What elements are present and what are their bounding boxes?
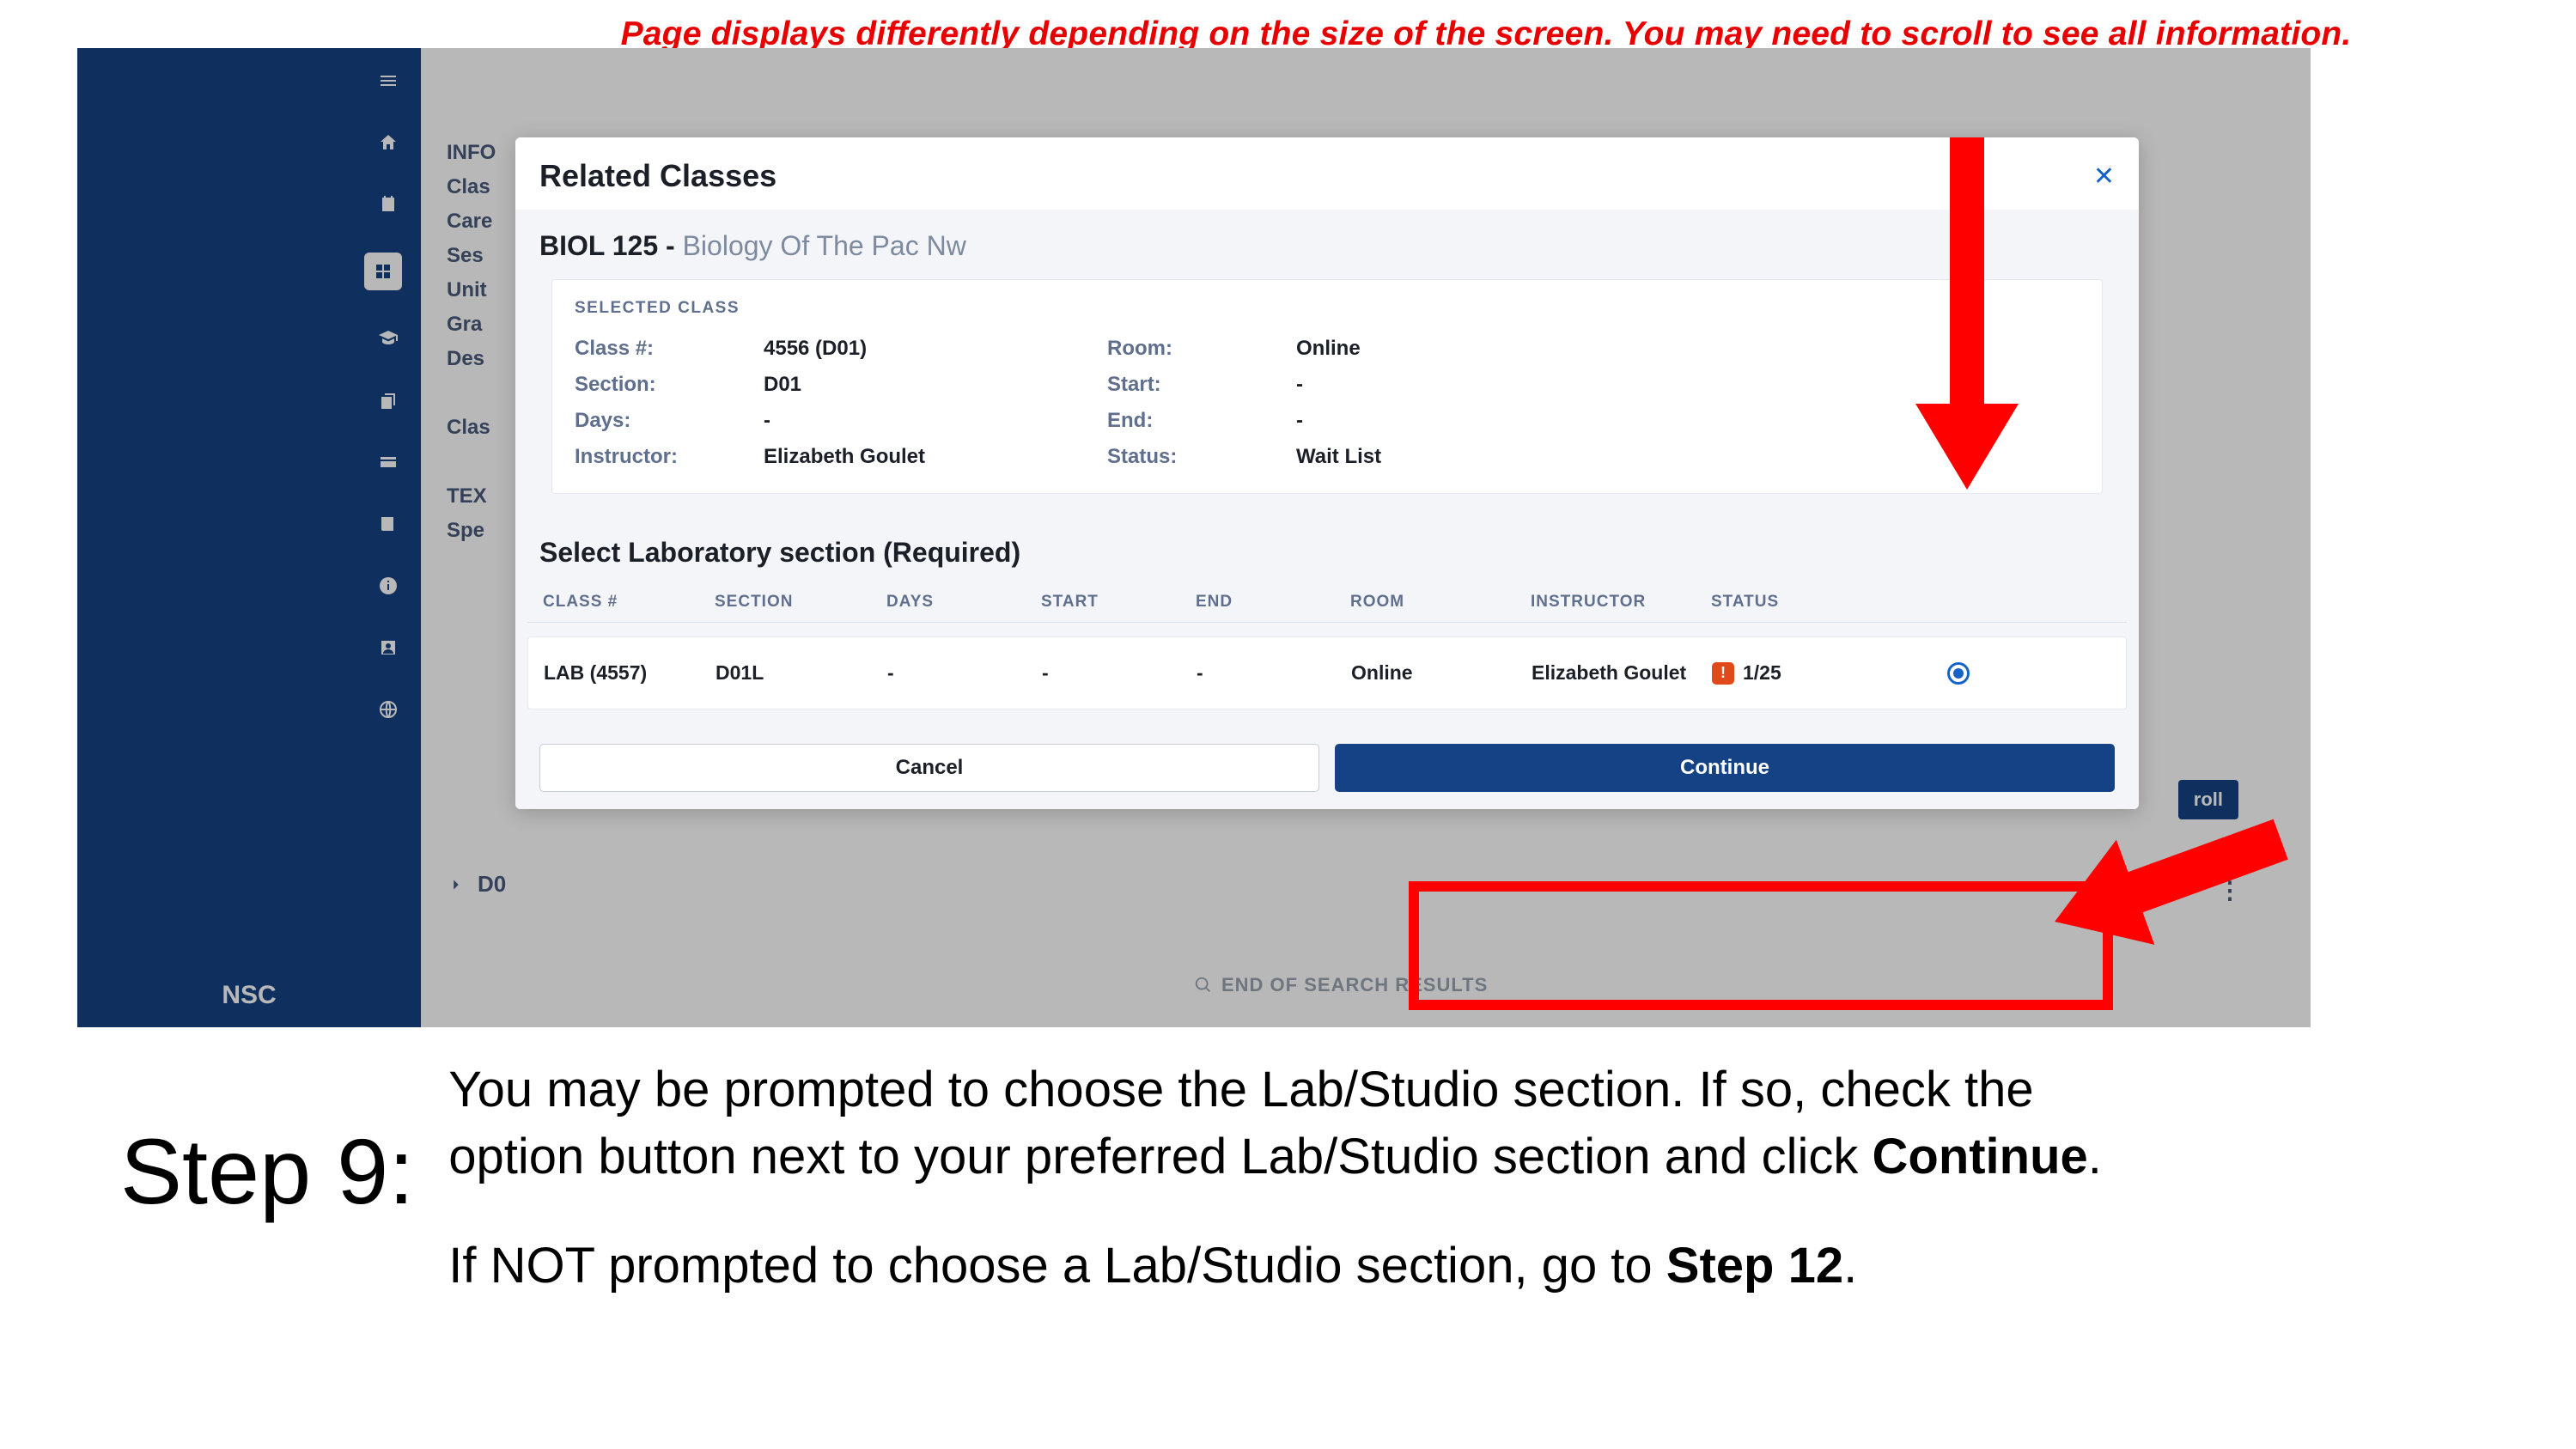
cell-end: - (1197, 661, 1351, 685)
brand-logo: NSC (222, 981, 276, 1010)
user-icon[interactable] (375, 634, 402, 661)
cancel-button[interactable]: Cancel (539, 744, 1319, 792)
calendar-icon[interactable] (375, 191, 402, 218)
nav-sidebar: NSC (77, 48, 421, 1027)
home-icon[interactable] (375, 129, 402, 156)
credit-card-icon[interactable] (375, 448, 402, 476)
graduation-icon[interactable] (375, 325, 402, 352)
continue-button[interactable]: Continue (1335, 744, 2115, 792)
kv-key: Days: (575, 409, 755, 433)
kv-val: Online (1296, 337, 1571, 361)
annotation-arrow-left-icon (2019, 804, 2293, 993)
selected-class-label: SELECTED CLASS (575, 299, 2080, 318)
kv-key: Section: (575, 373, 755, 397)
col-header: SECTION (715, 593, 886, 612)
cell-classnum: LAB (4557) (544, 661, 716, 685)
step-instructions: Step 9: You may be prompted to choose th… (120, 1056, 2474, 1300)
cell-instructor: Elizabeth Goulet (1532, 661, 1712, 685)
cell-room: Online (1351, 661, 1532, 685)
menu-icon[interactable] (375, 67, 402, 94)
col-header: STATUS (1711, 593, 1848, 612)
copy-icon[interactable] (375, 387, 402, 414)
col-header: CLASS # (543, 593, 715, 612)
cell-days: - (887, 661, 1042, 685)
classes-icon[interactable] (364, 253, 402, 290)
kv-val: - (1296, 373, 1571, 397)
select-lab-title: Select Laboratory section (Required) (527, 537, 2127, 569)
kv-key: Room: (1107, 337, 1288, 361)
info-icon[interactable] (375, 572, 402, 600)
col-header: DAYS (886, 593, 1041, 612)
cell-section: D01L (716, 661, 887, 685)
end-of-results: END OF SEARCH RESULTS (1194, 974, 1488, 996)
kv-val: - (764, 409, 1099, 433)
cell-start: - (1042, 661, 1197, 685)
waitlist-badge-icon: ! (1712, 662, 1734, 685)
status-count: 1/25 (1743, 661, 1781, 685)
kv-val: Wait List (1296, 445, 1571, 469)
kv-val: - (1296, 409, 1571, 433)
kv-key: Start: (1107, 373, 1288, 397)
kv-val: D01 (764, 373, 1099, 397)
kv-key: Instructor: (575, 445, 755, 469)
kv-key: End: (1107, 409, 1288, 433)
screenshot-region: NSC INFO Clas Care Ses Unit Gra Des Clas… (77, 48, 2311, 1027)
kv-key: Class #: (575, 337, 755, 361)
col-header: START (1041, 593, 1196, 612)
kv-val: 4556 (D01) (764, 337, 1099, 361)
kv-val: Elizabeth Goulet (764, 445, 1099, 469)
step-label: Step 9: (120, 1125, 414, 1218)
globe-icon[interactable] (375, 696, 402, 723)
col-header: END (1196, 593, 1350, 612)
course-code: BIOL 125 - (539, 230, 683, 261)
lab-section-row[interactable]: LAB (4557) D01L - - - Online Elizabeth G… (527, 636, 2127, 709)
col-header: INSTRUCTOR (1531, 593, 1711, 612)
lab-radio-button[interactable] (1947, 662, 1970, 685)
step-paragraph-2: If NOT prompted to choose a Lab/Studio s… (448, 1233, 2166, 1300)
col-header: ROOM (1350, 593, 1531, 612)
related-classes-modal: Related Classes ✕ BIOL 125 - Biology Of … (515, 137, 2139, 809)
selected-class-details: Class #: 4556 (D01) Room: Online Section: D… (575, 337, 2080, 469)
modal-title: Related Classes (539, 158, 776, 194)
annotation-arrow-down-icon (1915, 137, 2019, 507)
close-icon[interactable]: ✕ (2093, 161, 2115, 192)
bg-expand-row[interactable]: D0 (447, 871, 506, 898)
step-paragraph-1: You may be prompted to choose the Lab/St… (448, 1056, 2166, 1191)
bg-row-label: D0 (478, 871, 506, 898)
cell-status: ! 1/25 (1712, 661, 1849, 685)
lab-table-header: CLASS # SECTION DAYS START END ROOM INST… (527, 582, 2127, 623)
book-icon[interactable] (375, 510, 402, 538)
kv-key: Status: (1107, 445, 1288, 469)
course-name: Biology Of The Pac Nw (683, 230, 966, 261)
